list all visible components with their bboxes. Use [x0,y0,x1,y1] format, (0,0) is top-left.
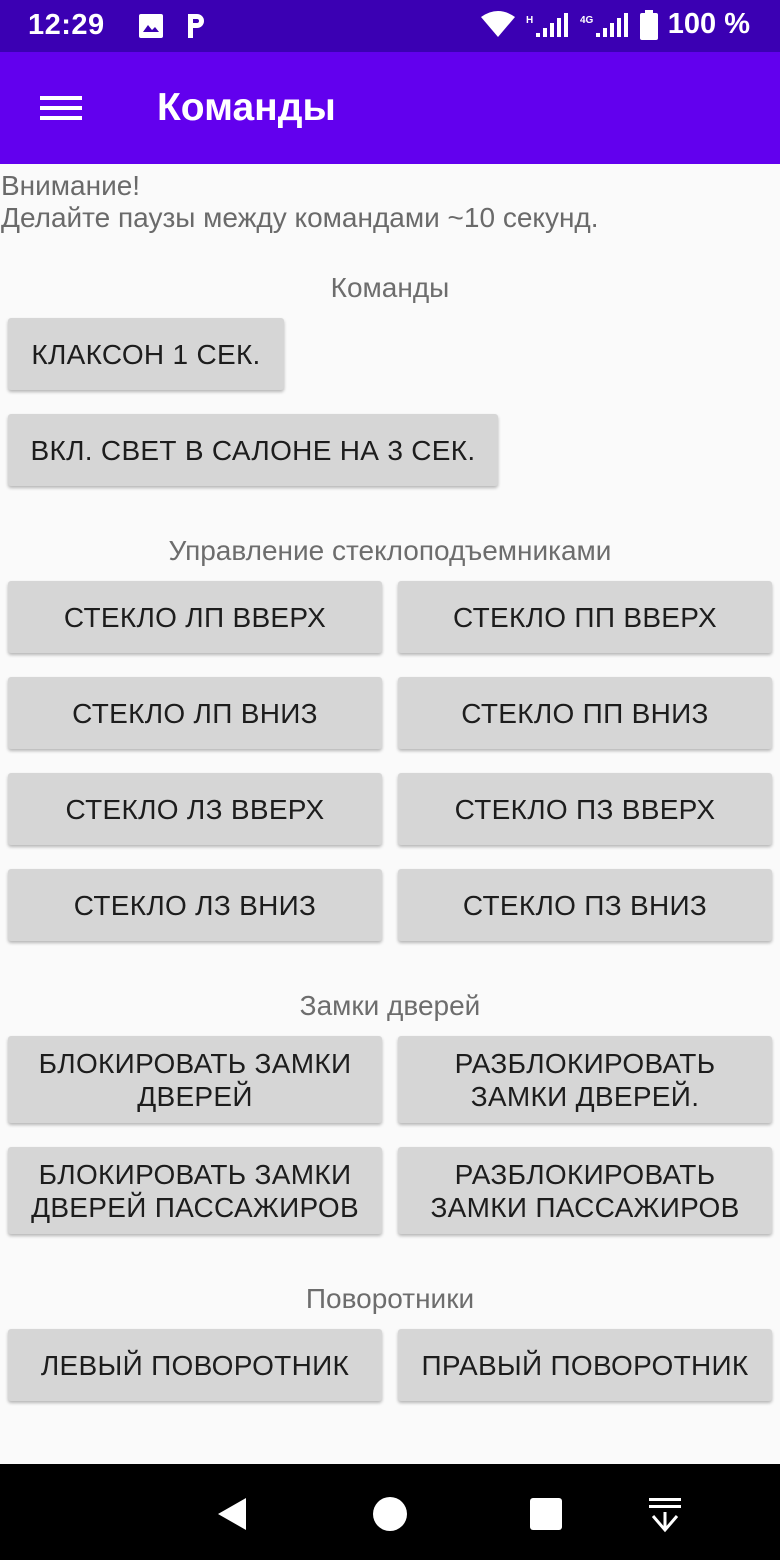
section-title-turn-signals: Поворотники [305,1283,475,1314]
notice-heading: Внимание! [1,170,141,201]
status-left-icons [138,12,208,40]
unlock-doors-button[interactable]: РАЗБЛОКИРОВАТЬ ЗАМКИ ДВЕРЕЙ. [398,1036,772,1123]
page-title: Команды [157,86,336,129]
window-rear-right-down-button[interactable]: СТЕКЛО ПЗ ВНИЗ [398,869,772,941]
lock-passenger-doors-button[interactable]: БЛОКИРОВАТЬ ЗАМКИ ДВЕРЕЙ ПАССАЖИРОВ [8,1147,382,1234]
signal-4g-icon: 4G [580,12,628,37]
back-icon[interactable] [212,1494,252,1534]
unlock-doors-label-line2: ЗАМКИ ДВЕРЕЙ. [470,1080,700,1112]
left-turn-signal-button[interactable]: ЛЕВЫЙ ПОВОРОТНИК [8,1329,382,1401]
notification-pulldown-icon[interactable] [645,1494,685,1534]
window-front-right-down-button[interactable]: СТЕКЛО ПП ВНИЗ [398,677,772,749]
notice-text: Делайте паузы между командами ~10 секунд… [1,202,599,233]
status-right-icons: H 4G 100 % [480,8,750,41]
horn-button[interactable]: КЛАКСОН 1 СЕК. [8,318,284,390]
hamburger-menu-icon[interactable] [30,82,90,134]
window-rear-right-up-button[interactable]: СТЕКЛО ПЗ ВВЕРХ [398,773,772,845]
svg-text:4G: 4G [580,15,594,26]
warning-notice: Внимание! Делайте паузы между командами … [1,170,599,234]
unlock-doors-label-line1: РАЗБЛОКИРОВАТЬ [454,1047,716,1079]
battery-icon [639,9,658,40]
svg-text:H: H [526,15,533,26]
system-nav-bar [0,1464,780,1560]
lock-doors-label-line2: ДВЕРЕЙ [137,1080,253,1112]
unlock-passenger-label-line1: РАЗБЛОКИРОВАТЬ [454,1158,716,1190]
window-front-right-up-button[interactable]: СТЕКЛО ПП ВВЕРХ [398,581,772,653]
unlock-passenger-label-line2: ЗАМКИ ПАССАЖИРОВ [430,1191,740,1223]
lock-doors-label-line1: БЛОКИРОВАТЬ ЗАМКИ [38,1047,352,1079]
unlock-passenger-doors-button[interactable]: РАЗБЛОКИРОВАТЬ ЗАМКИ ПАССАЖИРОВ [398,1147,772,1234]
status-bar: 12:29 H 4G 100 % [0,0,780,52]
lock-doors-button[interactable]: БЛОКИРОВАТЬ ЗАМКИ ДВЕРЕЙ [8,1036,382,1123]
app-bar: Команды [0,52,780,164]
lock-passenger-label-line2: ДВЕРЕЙ ПАССАЖИРОВ [31,1191,359,1223]
section-title-locks: Замки дверей [299,990,481,1021]
section-title-commands: Команды [330,272,450,303]
cabin-light-button[interactable]: ВКЛ. СВЕТ В САЛОНЕ НА 3 СЕК. [8,414,498,486]
window-rear-left-down-button[interactable]: СТЕКЛО ЛЗ ВНИЗ [8,869,382,941]
right-turn-signal-button[interactable]: ПРАВЫЙ ПОВОРОТНИК [398,1329,772,1401]
battery-percentage: 100 % [667,8,750,40]
window-rear-left-up-button[interactable]: СТЕКЛО ЛЗ ВВЕРХ [8,773,382,845]
image-icon [139,14,163,38]
wifi-icon [480,10,515,37]
window-front-left-down-button[interactable]: СТЕКЛО ЛП ВНИЗ [8,677,382,749]
recents-icon[interactable] [526,1494,566,1534]
window-front-left-up-button[interactable]: СТЕКЛО ЛП ВВЕРХ [8,581,382,653]
lock-passenger-label-line1: БЛОКИРОВАТЬ ЗАМКИ [38,1158,352,1190]
status-time: 12:29 [28,9,105,41]
signal-h-icon: H [526,12,568,37]
parking-icon [188,14,204,38]
home-icon[interactable] [370,1494,410,1534]
section-title-windows: Управление стеклоподъемниками [168,535,612,566]
